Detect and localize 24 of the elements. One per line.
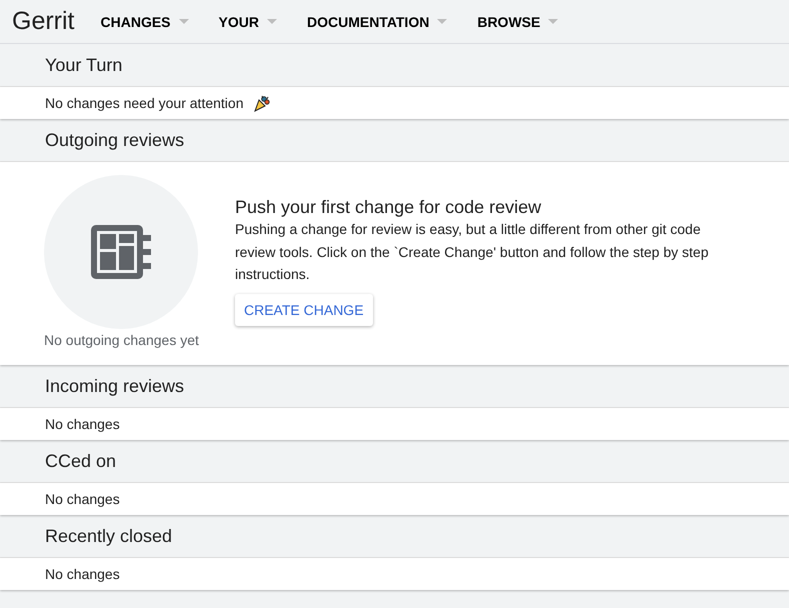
section-title: Outgoing reviews bbox=[45, 130, 184, 150]
party-popper-icon bbox=[253, 94, 272, 112]
status-message: No changes need your attention bbox=[45, 95, 244, 111]
nav-menu[interactable]: CHANGES bbox=[100, 14, 189, 30]
empty-heading: Push your first change for code review bbox=[235, 196, 542, 218]
section-title: CCed on bbox=[45, 450, 116, 472]
empty-description: Pushing a change for review is easy, but a little different from other git code review tools. Click on the `Create Change' button and follow the step by step instructions. bbox=[235, 220, 710, 284]
caret-icon bbox=[548, 19, 558, 24]
nav-menu[interactable]: BROWSE bbox=[477, 14, 558, 30]
logo[interactable]: Gerrit bbox=[12, 7, 74, 36]
create-change-button[interactable]: CREATE CHANGE bbox=[235, 294, 373, 326]
nav-menu[interactable]: DOCUMENTATION bbox=[306, 14, 448, 30]
status-message: No changes bbox=[45, 566, 120, 582]
section-title: Recently closed bbox=[45, 526, 172, 546]
caret-icon bbox=[437, 19, 448, 24]
section-title: Incoming reviews bbox=[45, 376, 184, 396]
empty-caption: No outgoing changes yet bbox=[44, 332, 199, 348]
caret-icon bbox=[266, 19, 277, 24]
nav-menu[interactable]: YOUR bbox=[218, 14, 277, 30]
status-message: No changes bbox=[45, 491, 120, 507]
status-message: No changes bbox=[45, 416, 120, 432]
dashboard-icon bbox=[89, 223, 153, 281]
caret-icon bbox=[178, 19, 189, 24]
section-title: Your Turn bbox=[45, 54, 122, 76]
